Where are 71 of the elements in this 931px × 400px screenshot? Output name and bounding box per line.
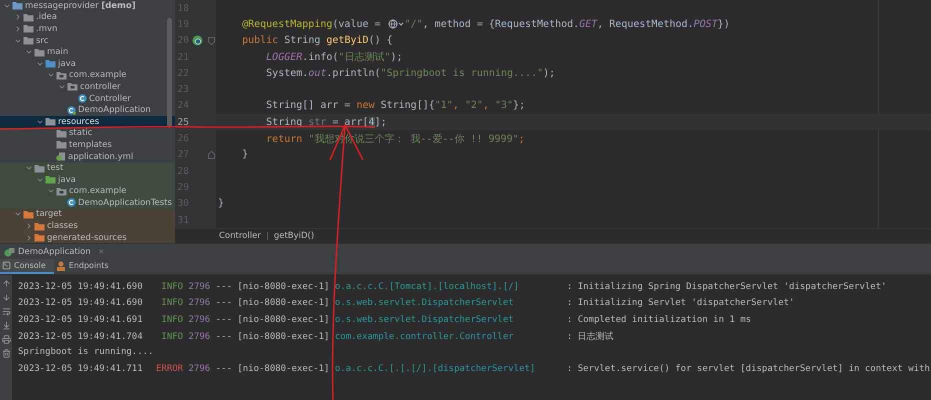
tree-item[interactable]: Controller bbox=[0, 92, 175, 104]
tree-item[interactable]: test bbox=[0, 162, 175, 174]
console-line: 2023-12-05 19:49:41.711 ERROR 2796 --- [nio-8080-exec-1] o.a.c.c.C.[.[.[/].[dispatcherServlet] : Servlet.service() for servlet [dispatcherServlet] in context with bbox=[18, 364, 930, 374]
package-icon bbox=[56, 186, 67, 196]
code-text: public String getByiD() { bbox=[241, 35, 393, 46]
endpoints-icon bbox=[56, 260, 66, 270]
tree-item[interactable]: DemoApplication bbox=[0, 104, 175, 116]
code-text: } bbox=[217, 198, 224, 210]
tree-item[interactable]: src bbox=[0, 34, 175, 46]
code-text: @RequestMapping(value = bbox=[241, 18, 382, 30]
arrow-up-icon[interactable] bbox=[2, 279, 10, 288]
tree-item[interactable]: resources bbox=[0, 116, 175, 128]
breadcrumb[interactable]: Controller bbox=[219, 231, 261, 242]
tree-item[interactable]: controller bbox=[0, 81, 175, 93]
code-text: String str = arr[4]; bbox=[265, 116, 387, 128]
package-icon bbox=[67, 82, 78, 92]
config-file-icon bbox=[56, 152, 66, 162]
scrollbar-thumb[interactable] bbox=[167, 18, 172, 128]
code-text: String[] arr = new String[]{"1", "2", "3"}; bbox=[265, 100, 526, 112]
scroll-to-end-icon[interactable] bbox=[2, 321, 10, 330]
breadcrumb[interactable]: getByiD() bbox=[274, 231, 314, 242]
trash-icon[interactable] bbox=[2, 349, 10, 358]
console-line: 2023-12-05 19:49:41.690 INFO 2796 --- [nio-8080-exec-1] o.a.c.c.C.[Tomcat].[localhost].[/] : Initializing Spring DispatcherServlet 'dispatcherServlet' bbox=[18, 282, 887, 292]
tree-item[interactable]: com.example bbox=[0, 70, 175, 82]
module-icon bbox=[12, 1, 23, 10]
tree-item[interactable]: java bbox=[0, 58, 175, 70]
package-icon bbox=[56, 70, 67, 80]
globe-icon[interactable] bbox=[388, 19, 404, 30]
wrap-text-icon[interactable] bbox=[2, 307, 10, 316]
folder-icon bbox=[34, 48, 45, 57]
app-run-icon bbox=[4, 246, 15, 256]
folder-icon bbox=[23, 24, 34, 34]
folder-icon bbox=[45, 59, 56, 68]
class-icon bbox=[67, 106, 76, 115]
console-line: 2023-12-05 19:49:41.691 INFO 2796 --- [nio-8080-exec-1] o.s.web.servlet.DispatcherServlet : Completed initialization in 1 ms bbox=[18, 314, 752, 325]
tree-item[interactable]: com.example bbox=[0, 186, 175, 198]
console-tab[interactable]: Console bbox=[0, 259, 54, 274]
code-text: "/", method = {RequestMethod.GET, RequestMethod.POST}) bbox=[404, 18, 730, 30]
console-line: 2023-12-05 19:49:41.690 INFO 2796 --- [nio-8080-exec-1] o.s.web.servlet.DispatcherServlet : Initializing Servlet 'dispatcherServlet' bbox=[18, 298, 794, 308]
arrow-down-icon[interactable] bbox=[2, 293, 10, 302]
tree-item[interactable]: classes bbox=[0, 220, 175, 232]
tree-item[interactable]: java bbox=[0, 174, 175, 186]
tree-item[interactable]: templates bbox=[0, 139, 175, 151]
class-icon bbox=[67, 198, 76, 208]
folder-icon bbox=[23, 12, 34, 22]
console-tab[interactable]: Endpoints bbox=[54, 259, 117, 274]
console-line: Springboot is running.... bbox=[18, 347, 154, 358]
printer-icon[interactable] bbox=[2, 335, 10, 344]
fold-icon[interactable] bbox=[208, 36, 214, 45]
tree-item[interactable]: target bbox=[0, 208, 175, 220]
console-icon bbox=[2, 261, 11, 270]
run-tab[interactable]: DemoApplication × bbox=[4, 246, 112, 256]
run-globe-icon[interactable] bbox=[192, 35, 203, 46]
code-text: LOGGER.info("日志测试"); bbox=[265, 50, 403, 64]
tree-item[interactable]: main bbox=[0, 46, 175, 58]
folder-icon bbox=[23, 36, 34, 46]
line-number: 25 bbox=[176, 116, 189, 128]
folder-icon bbox=[45, 117, 56, 126]
tree-item[interactable]: .idea bbox=[0, 12, 175, 24]
fold-icon[interactable] bbox=[208, 150, 214, 159]
code-text: System.out.println("Springboot is running...."); bbox=[265, 68, 556, 79]
tree-item[interactable]: .mvn bbox=[0, 23, 175, 35]
class-icon bbox=[78, 94, 87, 104]
console-line: 2023-12-05 19:49:41.704 INFO 2796 --- [nio-8080-exec-1] com.example.controller.Controller : 日志测试 bbox=[18, 330, 614, 343]
folder-icon bbox=[56, 140, 67, 150]
code-text: } bbox=[241, 149, 248, 160]
tree-item[interactable]: application.yml bbox=[0, 150, 175, 162]
tree-item[interactable]: DemoApplicationTests bbox=[0, 197, 175, 209]
tree-item[interactable]: static bbox=[0, 128, 175, 140]
tree-item[interactable]: generated-sources bbox=[0, 232, 175, 243]
tree-item[interactable]: messageprovider [demo] bbox=[0, 0, 175, 12]
